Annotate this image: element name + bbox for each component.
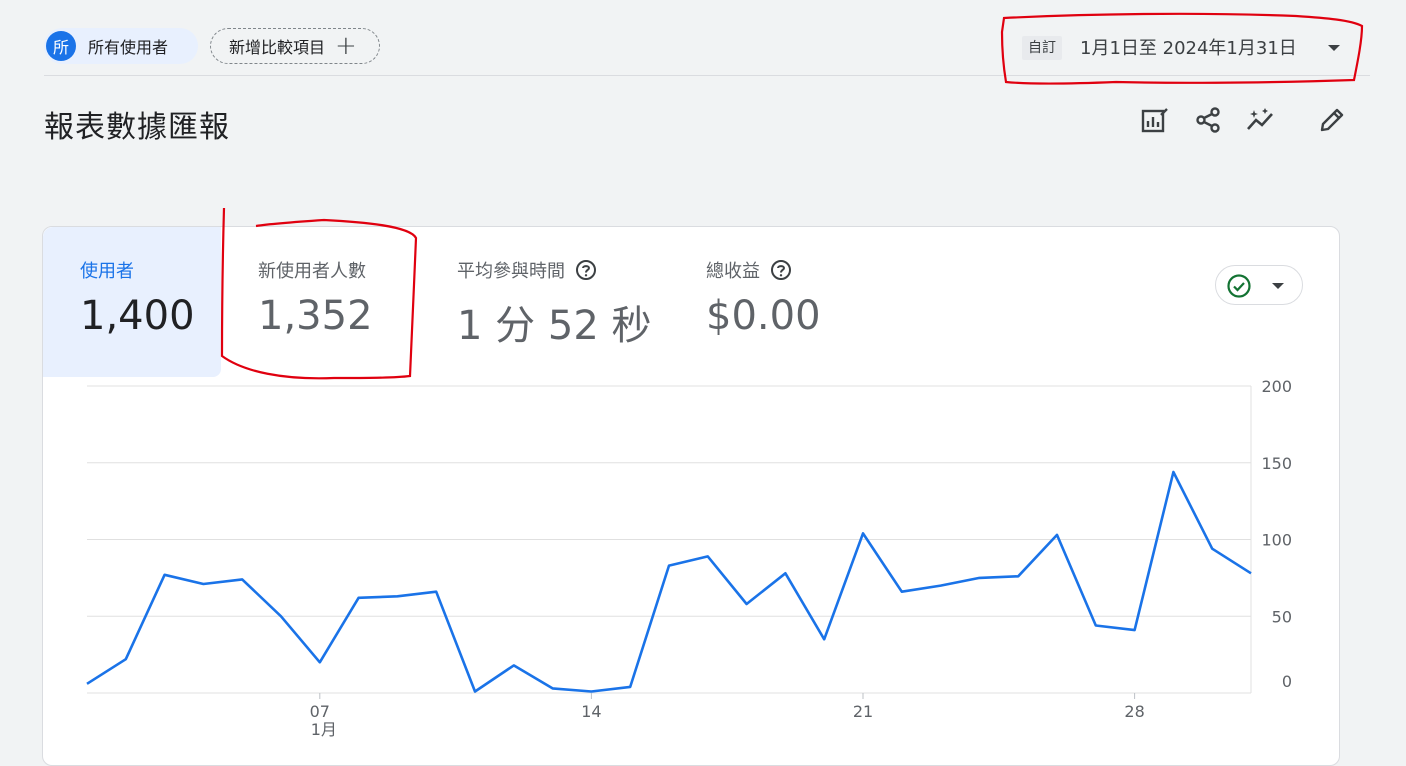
edit-button[interactable]	[1314, 102, 1350, 138]
x-tick-label: 21	[853, 702, 873, 721]
date-range-text: 1月1日至 2024年1月31日	[1080, 38, 1297, 59]
line-chart: 0 50 100 150 200 071月 14 21 28	[84, 377, 1292, 739]
edit-chart-icon	[1141, 108, 1168, 133]
y-tick-label: 150	[1261, 454, 1292, 473]
y-tick-label: 200	[1261, 377, 1292, 396]
add-comparison-button[interactable]: 新增比較項目 +	[210, 28, 380, 64]
audience-chip[interactable]: 所 所有使用者	[44, 28, 198, 64]
date-range-badge: 自訂	[1022, 36, 1062, 60]
data-point	[782, 570, 788, 576]
report-card: 使用者 1,400 新使用者人數 1,352 平均參與時間 1 分 52 秒 總…	[42, 226, 1340, 766]
data-point	[938, 583, 944, 589]
share-icon	[1196, 107, 1220, 133]
x-tick-label: 07	[310, 702, 330, 721]
data-point	[1093, 622, 1099, 628]
data-point	[899, 589, 905, 595]
divider	[44, 75, 1370, 76]
x-tick-label: 28	[1124, 702, 1144, 721]
data-point	[123, 656, 129, 662]
data-point	[705, 553, 711, 559]
y-tick-label: 0	[1282, 672, 1292, 691]
data-point	[1248, 570, 1254, 576]
insights-button[interactable]	[1244, 102, 1280, 138]
caret-down-icon	[1328, 45, 1340, 51]
x-tick-label: 14	[581, 702, 601, 721]
pencil-icon	[1320, 108, 1344, 132]
data-point	[860, 530, 866, 536]
data-point	[976, 575, 982, 581]
data-point	[1170, 469, 1176, 475]
data-point	[356, 595, 362, 601]
data-point	[317, 659, 323, 665]
date-range-picker[interactable]: 自訂 1月1日至 2024年1月31日	[1000, 14, 1366, 80]
data-point	[1054, 532, 1060, 538]
data-point	[511, 662, 517, 668]
data-point	[239, 576, 245, 582]
data-point	[433, 589, 439, 595]
y-tick-label: 50	[1272, 607, 1292, 626]
insights-icon	[1247, 108, 1273, 130]
data-point	[588, 688, 594, 694]
x-tick-sublabel: 1月	[311, 720, 337, 739]
report-toolbar	[1136, 102, 1356, 138]
plus-icon: +	[335, 31, 357, 61]
data-point	[1015, 573, 1021, 579]
data-point	[278, 613, 284, 619]
audience-avatar: 所	[46, 31, 76, 61]
share-button[interactable]	[1190, 102, 1226, 138]
data-point	[162, 572, 168, 578]
data-point	[666, 563, 672, 569]
top-bar: 所 所有使用者 新增比較項目 + 自訂 1月1日至 2024年1月31日	[0, 0, 1406, 76]
edit-chart-button[interactable]	[1136, 102, 1172, 138]
data-point	[200, 581, 206, 587]
page-title: 報表數據匯報	[44, 110, 230, 145]
data-point	[1132, 627, 1138, 633]
y-tick-label: 100	[1261, 531, 1292, 550]
data-point	[1209, 546, 1215, 552]
data-point	[550, 685, 556, 691]
data-point	[744, 601, 750, 607]
data-point	[627, 684, 633, 690]
data-point	[394, 593, 400, 599]
add-comparison-label: 新增比較項目	[229, 38, 326, 57]
data-point	[472, 688, 478, 694]
audience-label: 所有使用者	[88, 38, 169, 57]
data-point	[821, 636, 827, 642]
series-line	[86, 470, 1252, 693]
data-point	[84, 681, 90, 687]
